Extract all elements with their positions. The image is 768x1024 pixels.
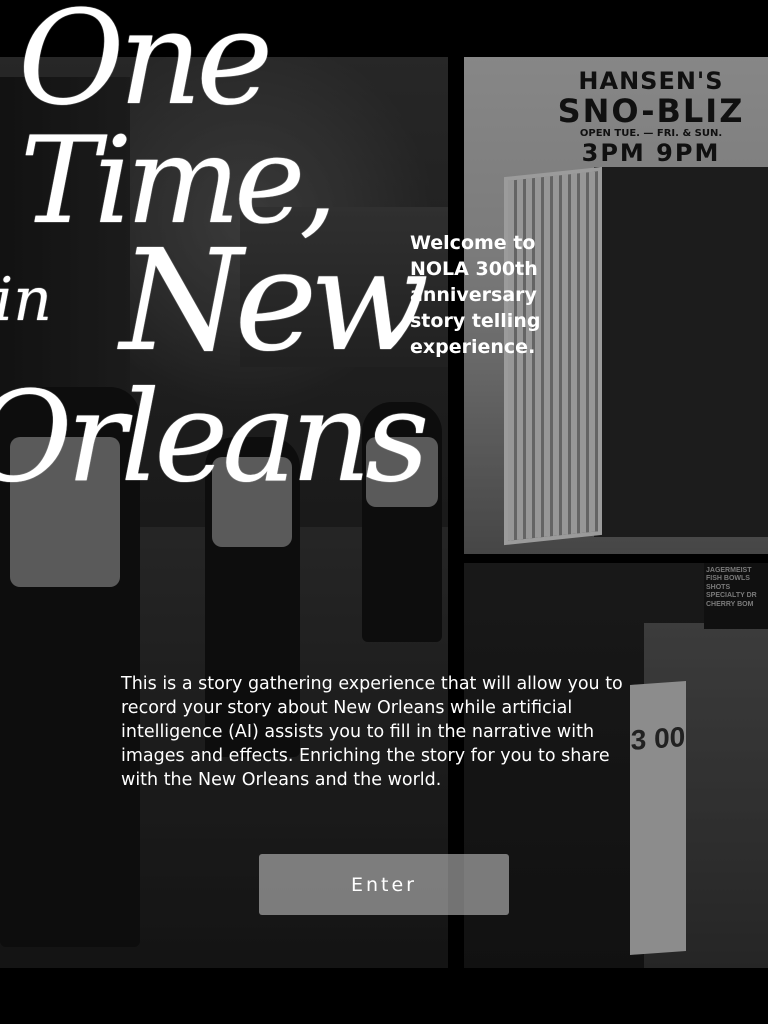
splash-screen: HANSEN'S SNO-BLIZ OPEN TUE. — FRI. & SUN… [0, 0, 768, 1024]
enter-button[interactable]: Enter [259, 854, 509, 915]
welcome-heading: Welcome to NOLA 300th anniversary story … [410, 232, 541, 358]
intro-description: This is a story gathering experience tha… [121, 674, 623, 790]
